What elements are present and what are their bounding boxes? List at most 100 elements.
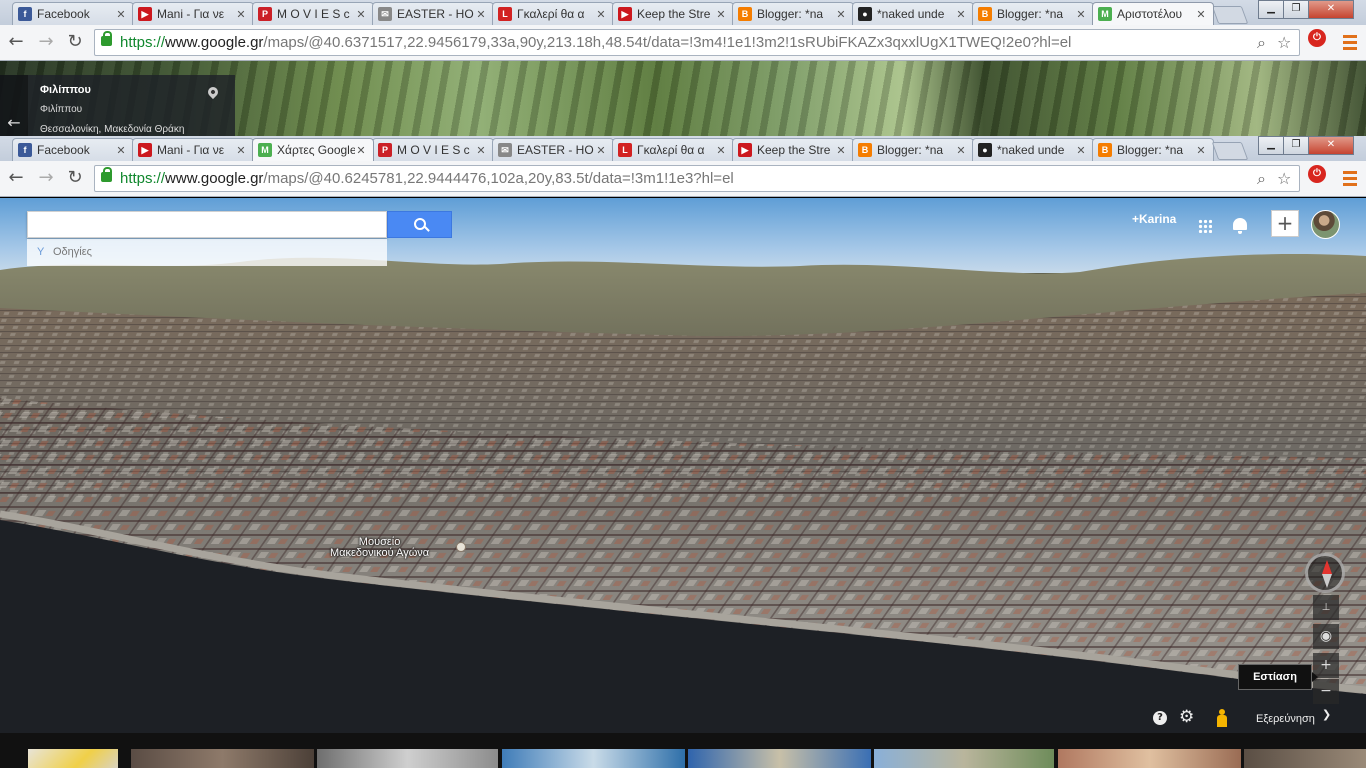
maximize-button[interactable]: ❐ — [1283, 0, 1309, 19]
close-tab-icon[interactable]: ✕ — [355, 8, 367, 21]
user-profile-link[interactable]: +Karina — [1132, 212, 1176, 226]
browser-tab[interactable]: ▶ Mani - Για νε ✕ — [132, 138, 254, 161]
forward-button[interactable]: → — [34, 31, 58, 55]
chrome-menu-icon[interactable] — [1343, 35, 1357, 53]
close-window-button[interactable]: ✕ — [1308, 0, 1354, 19]
my-location-button[interactable]: ◉ — [1313, 624, 1339, 649]
browser-tab[interactable]: ▶ Keep the Stre ✕ — [612, 2, 734, 25]
map-canvas[interactable]: Y Οδηγίες +Karina + Μουσείο Μακεδονικού … — [0, 198, 1366, 733]
browser-tab[interactable]: ▶ Mani - Για νε ✕ — [132, 2, 254, 25]
gear-icon[interactable]: ⚙ — [1179, 709, 1194, 726]
close-tab-icon[interactable]: ✕ — [1075, 8, 1087, 21]
filmstrip-thumbnail[interactable] — [1058, 749, 1241, 768]
close-tab-icon[interactable]: ✕ — [355, 144, 367, 157]
bookmark-star-icon[interactable]: ☆ — [1277, 33, 1291, 52]
close-tab-icon[interactable]: ✕ — [115, 144, 127, 157]
filmstrip-thumbnail[interactable] — [131, 749, 314, 768]
youtube-icon: ▶ — [138, 143, 152, 157]
close-tab-icon[interactable]: ✕ — [475, 144, 487, 157]
back-button[interactable]: ← — [4, 167, 28, 191]
close-tab-icon[interactable]: ✕ — [715, 8, 727, 21]
zoom-out-button[interactable]: − — [1313, 679, 1339, 704]
museum-icon[interactable] — [456, 542, 466, 552]
streetview-back-arrow-icon[interactable]: ← — [0, 75, 28, 136]
minimize-button[interactable]: ▁ — [1258, 0, 1284, 19]
adblock-icon[interactable]: ⏻ — [1308, 29, 1326, 47]
compass-control[interactable] — [1305, 553, 1345, 593]
filmstrip-thumbnail[interactable] — [28, 749, 118, 768]
browser-tab[interactable]: f Facebook ✕ — [12, 138, 134, 161]
browser-tab[interactable]: L Γκαλερί θα α ✕ — [612, 138, 734, 161]
browser-tab[interactable]: B Blogger: *na ✕ — [972, 2, 1094, 25]
new-tab-button[interactable] — [1211, 142, 1249, 160]
browser-tab[interactable]: L Γκαλερί θα α ✕ — [492, 2, 614, 25]
browser-tab[interactable]: ● *naked unde ✕ — [852, 2, 974, 25]
close-tab-icon[interactable]: ✕ — [115, 8, 127, 21]
place-label-museum[interactable]: Μουσείο Μακεδονικού Αγώνα — [330, 537, 429, 559]
close-tab-icon[interactable]: ✕ — [715, 144, 727, 157]
browser-tab[interactable]: P M O V I E S c ✕ — [372, 138, 494, 161]
notifications-bell-icon[interactable] — [1233, 218, 1247, 234]
close-tab-icon[interactable]: ✕ — [955, 8, 967, 21]
pinterest-icon: P — [378, 143, 392, 157]
close-window-button[interactable]: ✕ — [1308, 136, 1354, 155]
close-tab-icon[interactable]: ✕ — [955, 144, 967, 157]
explore-label[interactable]: Εξερεύνηση — [1256, 713, 1315, 725]
zoom-icon[interactable]: ⌕ — [1257, 33, 1266, 53]
search-input[interactable] — [27, 211, 387, 238]
chevron-down-icon[interactable]: ❯ — [1322, 708, 1331, 721]
forward-button[interactable]: → — [34, 167, 58, 191]
bookmark-star-icon[interactable]: ☆ — [1277, 169, 1291, 188]
filmstrip-thumbnail[interactable] — [874, 749, 1054, 768]
browser-tab[interactable]: ▶ Keep the Stre ✕ — [732, 138, 854, 161]
browser-tab[interactable]: ● *naked unde ✕ — [972, 138, 1094, 161]
close-tab-icon[interactable]: ✕ — [1195, 8, 1207, 21]
browser-tab[interactable]: M Χάρτες Google ✕ — [252, 138, 374, 161]
browser-tab[interactable]: B Blogger: *na ✕ — [732, 2, 854, 25]
search-button[interactable] — [387, 211, 452, 238]
close-tab-icon[interactable]: ✕ — [1195, 144, 1207, 157]
help-icon[interactable]: ? — [1153, 711, 1167, 725]
browser-tab[interactable]: P M O V I E S c ✕ — [252, 2, 374, 25]
tab-title: Blogger: *na — [997, 7, 1064, 21]
address-bar[interactable]: https://www.google.gr/maps/@40.6245781,2… — [94, 165, 1300, 192]
close-tab-icon[interactable]: ✕ — [595, 8, 607, 21]
reload-button[interactable]: ↻ — [63, 31, 87, 55]
new-tab-button[interactable] — [1211, 6, 1249, 24]
back-button[interactable]: ← — [4, 31, 28, 55]
address-bar[interactable]: https://www.google.gr/maps/@40.6371517,2… — [94, 29, 1300, 56]
pegman-icon[interactable] — [1217, 709, 1227, 727]
tilt-toggle-button[interactable]: ⊥ — [1313, 595, 1339, 620]
close-tab-icon[interactable]: ✕ — [595, 144, 607, 157]
close-tab-icon[interactable]: ✕ — [475, 8, 487, 21]
browser-tab[interactable]: B Blogger: *na ✕ — [1092, 138, 1214, 161]
filmstrip-thumbnail[interactable] — [502, 749, 685, 768]
share-plus-button[interactable]: + — [1271, 210, 1299, 237]
minimize-button[interactable]: ▁ — [1258, 136, 1284, 155]
tab-title: *naked unde — [997, 143, 1065, 157]
close-tab-icon[interactable]: ✕ — [835, 144, 847, 157]
filmstrip-thumbnail[interactable] — [317, 749, 498, 768]
maximize-button[interactable]: ❐ — [1283, 136, 1309, 155]
lifo-icon: L — [498, 7, 512, 21]
zoom-icon[interactable]: ⌕ — [1257, 169, 1266, 189]
reload-button[interactable]: ↻ — [63, 167, 87, 191]
avatar[interactable] — [1311, 210, 1340, 239]
adblock-icon[interactable]: ⏻ — [1308, 165, 1326, 183]
close-tab-icon[interactable]: ✕ — [835, 8, 847, 21]
close-tab-icon[interactable]: ✕ — [235, 8, 247, 21]
filmstrip-thumbnail[interactable] — [688, 749, 871, 768]
map-pin-icon[interactable] — [205, 84, 221, 100]
directions-button[interactable]: Y Οδηγίες — [27, 239, 387, 266]
chrome-menu-icon[interactable] — [1343, 171, 1357, 189]
browser-tab[interactable]: M Αριστοτέλου ✕ — [1092, 2, 1214, 25]
browser-tab[interactable]: ✉ EASTER - HO ✕ — [372, 2, 494, 25]
browser-tab[interactable]: ✉ EASTER - HO ✕ — [492, 138, 614, 161]
close-tab-icon[interactable]: ✕ — [1075, 144, 1087, 157]
tab-title: Blogger: *na — [757, 7, 824, 21]
apps-grid-icon[interactable] — [1198, 219, 1212, 233]
browser-tab[interactable]: f Facebook ✕ — [12, 2, 134, 25]
filmstrip-thumbnail[interactable] — [1244, 749, 1366, 768]
browser-tab[interactable]: B Blogger: *na ✕ — [852, 138, 974, 161]
close-tab-icon[interactable]: ✕ — [235, 144, 247, 157]
